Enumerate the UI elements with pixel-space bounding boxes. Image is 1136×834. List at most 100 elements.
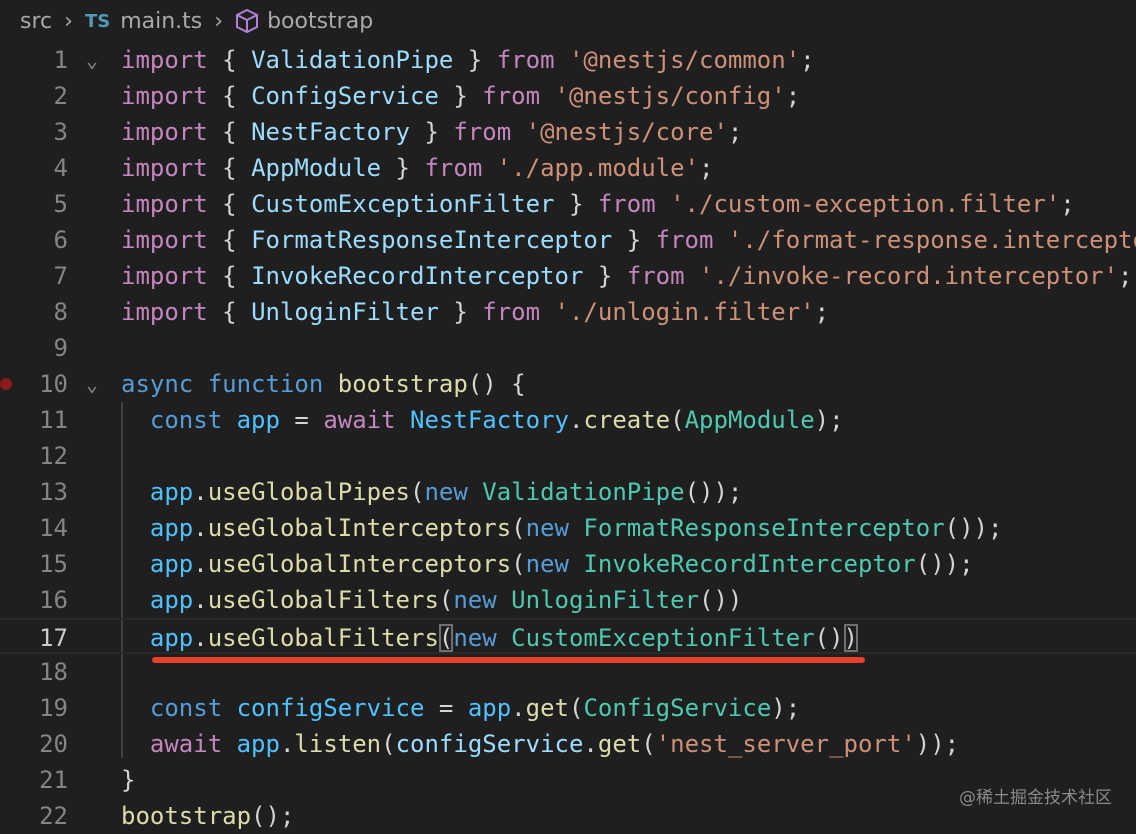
code-line[interactable]: 2 import { ConfigService } from '@nestjs/… <box>0 78 1136 114</box>
code-text: app.useGlobalFilters(new UnloginFilter()… <box>121 582 742 618</box>
code-token: ; <box>814 298 830 326</box>
code-token: import <box>121 298 208 326</box>
code-token: } <box>453 46 497 74</box>
code-line[interactable]: 15 app.useGlobalInterceptors(new InvokeR… <box>0 546 1136 582</box>
code-line[interactable]: 4 import { AppModule } from './app.module… <box>0 150 1136 186</box>
code-text: import { AppModule } from './app.module'… <box>121 150 713 186</box>
code-token: app <box>149 586 194 614</box>
code-token: { <box>207 190 252 218</box>
code-text: app.useGlobalPipes(new ValidationPipe())… <box>121 474 742 510</box>
chevron-right-icon: › <box>214 8 224 34</box>
code-token: ConfigService <box>583 694 772 722</box>
line-number: 1 <box>53 46 68 74</box>
line-number: 13 <box>39 478 68 506</box>
code-text: app.useGlobalFilters(new CustomException… <box>121 620 858 656</box>
code-token: ValidationPipe <box>482 478 685 506</box>
code-token: listen <box>294 730 382 758</box>
code-token: . <box>193 586 208 614</box>
code-token: from <box>496 46 555 74</box>
code-token: create <box>583 406 671 434</box>
code-token: from <box>655 226 714 254</box>
code-token: app <box>467 694 512 722</box>
breadcrumb-symbol[interactable]: bootstrap <box>267 9 373 34</box>
code-token: '@nestjs/common' <box>568 46 801 74</box>
code-line[interactable]: 6 import { FormatResponseInterceptor } fr… <box>0 222 1136 258</box>
line-number: 7 <box>53 262 68 290</box>
line-number: 16 <box>39 586 68 614</box>
code-token: FormatResponseInterceptor <box>251 226 613 254</box>
code-token: (); <box>251 802 295 830</box>
code-editor[interactable]: 1 ⌄ import { ValidationPipe } from '@nestj… <box>0 42 1136 834</box>
code-text: import { NestFactory } from '@nestjs/cor… <box>121 114 742 150</box>
code-token: 'nest_server_port' <box>655 730 916 758</box>
code-token: const <box>149 406 223 434</box>
code-line[interactable]: 10 ⌄ async function bootstrap() { <box>0 366 1136 402</box>
code-token: await <box>149 730 223 758</box>
code-line[interactable]: 19 const configService = app.get(ConfigS… <box>0 690 1136 726</box>
code-token: './format-response.interceptor' <box>727 226 1136 254</box>
line-number: 2 <box>53 82 68 110</box>
code-line[interactable]: 16 app.useGlobalFilters(new UnloginFilte… <box>0 582 1136 618</box>
code-line[interactable]: 20 await app.listen(configService.get('n… <box>0 726 1136 762</box>
code-line[interactable]: 13 app.useGlobalPipes(new ValidationPipe… <box>0 474 1136 510</box>
code-line[interactable]: 3 import { NestFactory } from '@nestjs/co… <box>0 114 1136 150</box>
code-token: } <box>121 766 136 794</box>
code-token: './invoke-record.interceptor' <box>699 262 1119 290</box>
code-token: app <box>149 514 194 542</box>
line-number: 11 <box>39 406 68 434</box>
code-token: from <box>597 190 656 218</box>
code-line[interactable]: 9 <box>0 330 1136 366</box>
code-token: await <box>323 406 396 434</box>
code-line[interactable]: 7 import { InvokeRecordInterceptor } from… <box>0 258 1136 294</box>
code-line[interactable]: 14 app.useGlobalInterceptors(new FormatR… <box>0 510 1136 546</box>
code-token: { <box>207 118 252 146</box>
code-token: from <box>482 82 541 110</box>
code-line[interactable]: 17 app.useGlobalFilters(new CustomExcept… <box>0 618 1136 654</box>
code-token: app <box>236 406 280 434</box>
cube-icon <box>235 8 259 34</box>
code-line[interactable]: 8 import { UnloginFilter } from './unlogi… <box>0 294 1136 330</box>
code-line[interactable]: 5 import { CustomExceptionFilter } from '… <box>0 186 1136 222</box>
code-token: './unlogin.filter' <box>554 298 815 326</box>
code-token: app <box>236 730 280 758</box>
code-token: import <box>121 226 208 254</box>
chevron-right-icon: › <box>64 8 73 34</box>
code-token: '@nestjs/core' <box>525 118 728 146</box>
code-text: const configService = app.get(ConfigServ… <box>121 690 800 726</box>
code-line[interactable]: 1 ⌄ import { ValidationPipe } from '@nestj… <box>0 42 1136 78</box>
code-token: { <box>207 262 252 290</box>
code-token: from <box>626 262 685 290</box>
breadcrumb-folder[interactable]: src <box>20 9 52 34</box>
breadcrumb-file[interactable]: main.ts <box>120 9 202 34</box>
code-token: '@nestjs/config' <box>554 82 786 110</box>
code-token: useGlobalInterceptors <box>207 550 512 578</box>
code-token: } <box>612 226 656 254</box>
code-line[interactable]: 11 const app = await NestFactory.create(… <box>0 402 1136 438</box>
fold-chevron-icon[interactable]: ⌄ <box>86 42 98 78</box>
code-token: } <box>381 154 425 182</box>
fold-chevron-icon[interactable]: ⌄ <box>86 366 98 402</box>
code-token: = <box>424 694 468 722</box>
code-token: useGlobalInterceptors <box>207 514 512 542</box>
code-token: from <box>482 298 541 326</box>
code-token: ( <box>568 694 584 722</box>
line-number: 8 <box>53 298 68 326</box>
code-token: } <box>583 262 627 290</box>
code-line[interactable]: 12 <box>0 438 1136 474</box>
code-token: async <box>121 370 194 398</box>
code-token: configService <box>236 694 425 722</box>
code-token: ()); <box>684 478 743 506</box>
